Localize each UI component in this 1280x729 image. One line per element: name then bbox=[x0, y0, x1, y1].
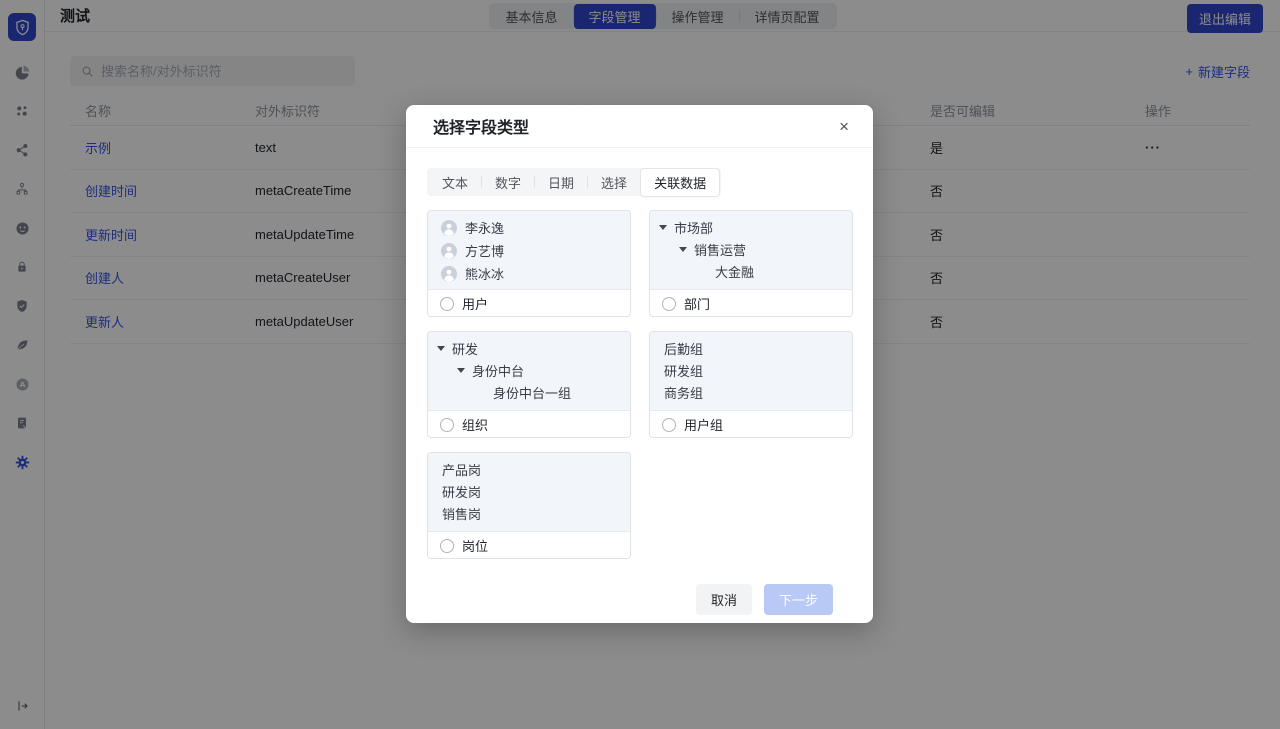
list-item: 研发岗 bbox=[428, 480, 630, 502]
caret-down-icon bbox=[679, 247, 687, 252]
radio-label: 用户组 bbox=[684, 415, 723, 434]
tree-node: 市场部 bbox=[674, 218, 713, 237]
radio-label: 部门 bbox=[684, 294, 710, 313]
avatar-icon bbox=[441, 266, 457, 282]
caret-down-icon bbox=[437, 346, 445, 351]
radio-circle-icon[interactable] bbox=[440, 539, 454, 553]
list-item: 研发组 bbox=[650, 359, 852, 381]
field-type-card-position: 产品岗 研发岗 销售岗 岗位 bbox=[427, 452, 631, 559]
tab-select[interactable]: 选择 bbox=[588, 169, 640, 196]
radio-circle-icon[interactable] bbox=[662, 418, 676, 432]
avatar-icon bbox=[441, 243, 457, 259]
tab-text[interactable]: 文本 bbox=[429, 169, 481, 196]
field-type-tabs: 文本 数字 日期 选择 关联数据 bbox=[427, 168, 721, 196]
user-name: 李永逸 bbox=[465, 218, 504, 237]
field-type-card-user: 李永逸 方艺博 熊冰冰 用户 bbox=[427, 210, 631, 317]
position-preview: 产品岗 研发岗 销售岗 bbox=[428, 453, 630, 531]
tree-node: 大金融 bbox=[715, 262, 754, 281]
tab-number[interactable]: 数字 bbox=[482, 169, 534, 196]
caret-down-icon bbox=[659, 225, 667, 230]
next-step-button[interactable]: 下一步 bbox=[764, 584, 833, 615]
user-preview: 李永逸 方艺博 熊冰冰 bbox=[428, 211, 630, 289]
user-name: 熊冰冰 bbox=[465, 264, 504, 283]
list-item: 产品岗 bbox=[428, 458, 630, 480]
radio-label: 组织 bbox=[462, 415, 488, 434]
user-group-preview: 后勤组 研发组 商务组 bbox=[650, 332, 852, 410]
list-item: 销售岗 bbox=[428, 502, 630, 524]
list-item: 后勤组 bbox=[650, 337, 852, 359]
radio-option-user[interactable]: 用户 bbox=[428, 289, 630, 317]
close-icon[interactable]: × bbox=[839, 118, 849, 135]
radio-option-organization[interactable]: 组织 bbox=[428, 410, 630, 438]
radio-option-position[interactable]: 岗位 bbox=[428, 531, 630, 559]
tree-node: 身份中台 bbox=[472, 361, 524, 380]
avatar-icon bbox=[441, 220, 457, 236]
tree-node: 身份中台一组 bbox=[493, 383, 571, 402]
select-field-type-dialog: 选择字段类型 × 文本 数字 日期 选择 关联数据 李永逸 bbox=[406, 105, 873, 623]
tree-node: 研发 bbox=[452, 339, 478, 358]
department-preview: 市场部 销售运营 大金融 bbox=[650, 211, 852, 289]
radio-option-department[interactable]: 部门 bbox=[650, 289, 852, 317]
cancel-button[interactable]: 取消 bbox=[696, 584, 752, 615]
field-type-card-organization: 研发 身份中台 身份中台一组 组织 bbox=[427, 331, 631, 438]
tree-node: 销售运营 bbox=[694, 240, 746, 259]
tab-date[interactable]: 日期 bbox=[535, 169, 587, 196]
radio-circle-icon[interactable] bbox=[662, 297, 676, 311]
user-name: 方艺博 bbox=[465, 241, 504, 260]
dialog-title: 选择字段类型 bbox=[433, 114, 529, 138]
radio-circle-icon[interactable] bbox=[440, 297, 454, 311]
caret-down-icon bbox=[457, 368, 465, 373]
field-type-card-user-group: 后勤组 研发组 商务组 用户组 bbox=[649, 331, 853, 438]
radio-circle-icon[interactable] bbox=[440, 418, 454, 432]
radio-label: 岗位 bbox=[462, 536, 488, 555]
tab-related-data[interactable]: 关联数据 bbox=[641, 169, 719, 196]
radio-option-user-group[interactable]: 用户组 bbox=[650, 410, 852, 438]
radio-label: 用户 bbox=[462, 294, 488, 313]
field-type-card-department: 市场部 销售运营 大金融 部门 bbox=[649, 210, 853, 317]
list-item: 商务组 bbox=[650, 381, 852, 403]
organization-preview: 研发 身份中台 身份中台一组 bbox=[428, 332, 630, 410]
